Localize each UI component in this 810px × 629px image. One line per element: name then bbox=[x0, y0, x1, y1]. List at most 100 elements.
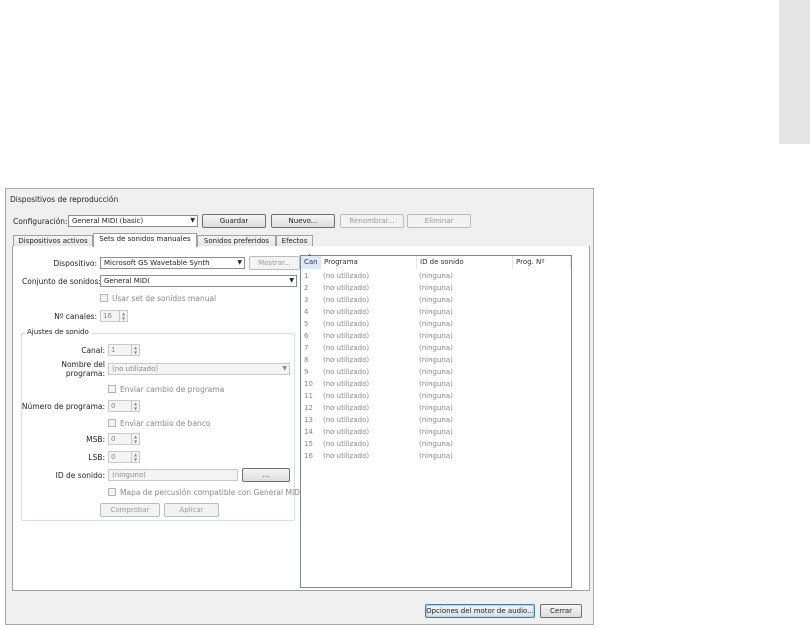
chevron-down-icon: ▼ bbox=[289, 277, 294, 284]
use-manual-checkbox[interactable] bbox=[100, 294, 108, 302]
channel-stepper[interactable]: 1 ▲ ▼ bbox=[108, 344, 140, 356]
row-channel: 15 bbox=[304, 440, 313, 448]
send-bank-change-checkbox[interactable] bbox=[108, 419, 116, 427]
row-channel: 8 bbox=[304, 356, 309, 364]
device-value: Microsoft GS Wavetable Synth bbox=[104, 259, 210, 267]
send-program-change-checkbox[interactable] bbox=[108, 385, 116, 393]
row-program: (no utilizado) bbox=[323, 272, 370, 280]
row-sound-id: (ninguna) bbox=[419, 416, 453, 424]
program-name-combo[interactable]: (no utilizado) ▼ bbox=[108, 363, 290, 375]
row-channel: 12 bbox=[304, 404, 313, 412]
list-item[interactable]: 6 (no utilizado) (ninguna) bbox=[301, 330, 571, 342]
list-item[interactable]: 15 (no utilizado) (ninguna) bbox=[301, 438, 571, 450]
chevron-down-icon: ▼ bbox=[190, 217, 195, 224]
column-header-sound-id[interactable]: ID de sonido bbox=[417, 256, 513, 269]
lsb-value: 0 bbox=[111, 453, 116, 461]
row-sound-id: (ninguna) bbox=[419, 452, 453, 460]
row-sound-id: (ninguna) bbox=[419, 380, 453, 388]
row-program: (no utilizado) bbox=[323, 440, 370, 448]
list-item[interactable]: 2 (no utilizado) (ninguna) bbox=[301, 282, 571, 294]
list-item[interactable]: 1 (no utilizado) (ninguna) bbox=[301, 270, 571, 282]
close-button[interactable]: Cerrar bbox=[540, 604, 582, 618]
list-item[interactable]: 8 (no utilizado) (ninguna) bbox=[301, 354, 571, 366]
configuration-combo[interactable]: General MIDI (basic) ▼ bbox=[68, 215, 198, 227]
new-button[interactable]: Nuevo... bbox=[271, 214, 335, 228]
spin-down-icon: ▼ bbox=[121, 316, 126, 321]
row-program: (no utilizado) bbox=[323, 356, 370, 364]
dialog-title: Dispositivos de reproducción bbox=[10, 195, 119, 204]
list-item[interactable]: 10 (no utilizado) (ninguna) bbox=[301, 378, 571, 390]
rename-button[interactable]: Renombrar... bbox=[340, 214, 404, 228]
lsb-stepper[interactable]: 0 ▲ ▼ bbox=[108, 451, 140, 463]
row-sound-id: (ninguna) bbox=[419, 284, 453, 292]
row-channel: 2 bbox=[304, 284, 309, 292]
spin-down-icon: ▼ bbox=[133, 350, 138, 355]
row-sound-id: (ninguna) bbox=[419, 440, 453, 448]
list-item[interactable]: 14 (no utilizado) (ninguna) bbox=[301, 426, 571, 438]
apply-button[interactable]: Aplicar bbox=[164, 503, 219, 517]
row-channel: 9 bbox=[304, 368, 309, 376]
list-item[interactable]: 12 (no utilizado) (ninguna) bbox=[301, 402, 571, 414]
list-item[interactable]: 9 (no utilizado) (ninguna) bbox=[301, 366, 571, 378]
row-channel: 11 bbox=[304, 392, 313, 400]
row-sound-id: (ninguna) bbox=[419, 320, 453, 328]
row-program: (no utilizado) bbox=[323, 416, 370, 424]
row-channel: 16 bbox=[304, 452, 313, 460]
row-sound-id: (ninguna) bbox=[419, 308, 453, 316]
sound-settings-title: Ajustes de sonido bbox=[25, 328, 91, 336]
configuration-label: Configuración: bbox=[13, 217, 68, 226]
list-item[interactable]: 11 (no utilizado) (ninguna) bbox=[301, 390, 571, 402]
list-item[interactable]: 13 (no utilizado) (ninguna) bbox=[301, 414, 571, 426]
row-program: (no utilizado) bbox=[323, 284, 370, 292]
soundset-combo[interactable]: General MIDI ▼ bbox=[100, 275, 297, 287]
list-item[interactable]: 3 (no utilizado) (ninguna) bbox=[301, 294, 571, 306]
sound-id-field[interactable]: (ninguno) bbox=[108, 469, 238, 481]
column-header-program-number[interactable]: Prog. Nº bbox=[513, 256, 571, 269]
row-channel: 3 bbox=[304, 296, 309, 304]
program-number-stepper[interactable]: 0 ▲ ▼ bbox=[108, 400, 140, 412]
column-header-program[interactable]: Programa bbox=[321, 256, 417, 269]
program-name-label-line2: programa: bbox=[65, 369, 105, 378]
program-name-value: (no utilizado) bbox=[112, 365, 159, 373]
soundset-value: General MIDI bbox=[104, 277, 150, 285]
show-button[interactable]: Mostrar... bbox=[249, 256, 300, 270]
channels-list[interactable]: ^ Can Programa ID de sonido Prog. Nº 1 (n… bbox=[300, 254, 572, 588]
row-channel: 6 bbox=[304, 332, 309, 340]
gm-percussion-label: Mapa de percusión compatible con General… bbox=[120, 488, 303, 497]
channel-value: 1 bbox=[111, 346, 116, 354]
send-bank-change-label: Enviar cambio de banco bbox=[120, 419, 211, 428]
row-channel: 4 bbox=[304, 308, 309, 316]
channels-label: Nº canales: bbox=[54, 312, 97, 321]
channels-stepper[interactable]: 16 ▲ ▼ bbox=[100, 310, 128, 322]
delete-button[interactable]: Eliminar bbox=[407, 214, 471, 228]
row-program: (no utilizado) bbox=[323, 344, 370, 352]
lsb-label: LSB: bbox=[88, 453, 105, 462]
row-sound-id: (ninguna) bbox=[419, 272, 453, 280]
row-channel: 5 bbox=[304, 320, 309, 328]
column-header-channel[interactable]: ^ Can bbox=[301, 254, 321, 269]
browse-sound-id-button[interactable]: ... bbox=[242, 468, 290, 482]
row-program: (no utilizado) bbox=[323, 404, 370, 412]
row-program: (no utilizado) bbox=[323, 380, 370, 388]
row-program: (no utilizado) bbox=[323, 368, 370, 376]
row-channel: 14 bbox=[304, 428, 313, 436]
list-item[interactable]: 16 (no utilizado) (ninguna) bbox=[301, 450, 571, 462]
list-item[interactable]: 7 (no utilizado) (ninguna) bbox=[301, 342, 571, 354]
row-sound-id: (ninguna) bbox=[419, 404, 453, 412]
background-side-panel bbox=[779, 0, 810, 144]
list-item[interactable]: 4 (no utilizado) (ninguna) bbox=[301, 306, 571, 318]
chevron-down-icon: ▼ bbox=[237, 259, 242, 266]
msb-stepper[interactable]: 0 ▲ ▼ bbox=[108, 433, 140, 445]
use-manual-label: Usar set de sonidos manual bbox=[112, 294, 217, 303]
audio-engine-options-button[interactable]: Opciones del motor de audio... bbox=[425, 604, 535, 618]
row-program: (no utilizado) bbox=[323, 296, 370, 304]
send-program-change-label: Enviar cambio de programa bbox=[120, 385, 225, 394]
tab-manual-soundsets[interactable]: Sets de sonidos manuales bbox=[93, 233, 197, 247]
device-combo[interactable]: Microsoft GS Wavetable Synth ▼ bbox=[100, 257, 245, 269]
row-channel: 7 bbox=[304, 344, 309, 352]
save-button[interactable]: Guardar bbox=[202, 214, 266, 228]
list-item[interactable]: 5 (no utilizado) (ninguna) bbox=[301, 318, 571, 330]
gm-percussion-checkbox[interactable] bbox=[108, 488, 116, 496]
soundset-label: Conjunto de sonidos: bbox=[22, 277, 101, 286]
test-button[interactable]: Comprobar bbox=[100, 503, 160, 517]
